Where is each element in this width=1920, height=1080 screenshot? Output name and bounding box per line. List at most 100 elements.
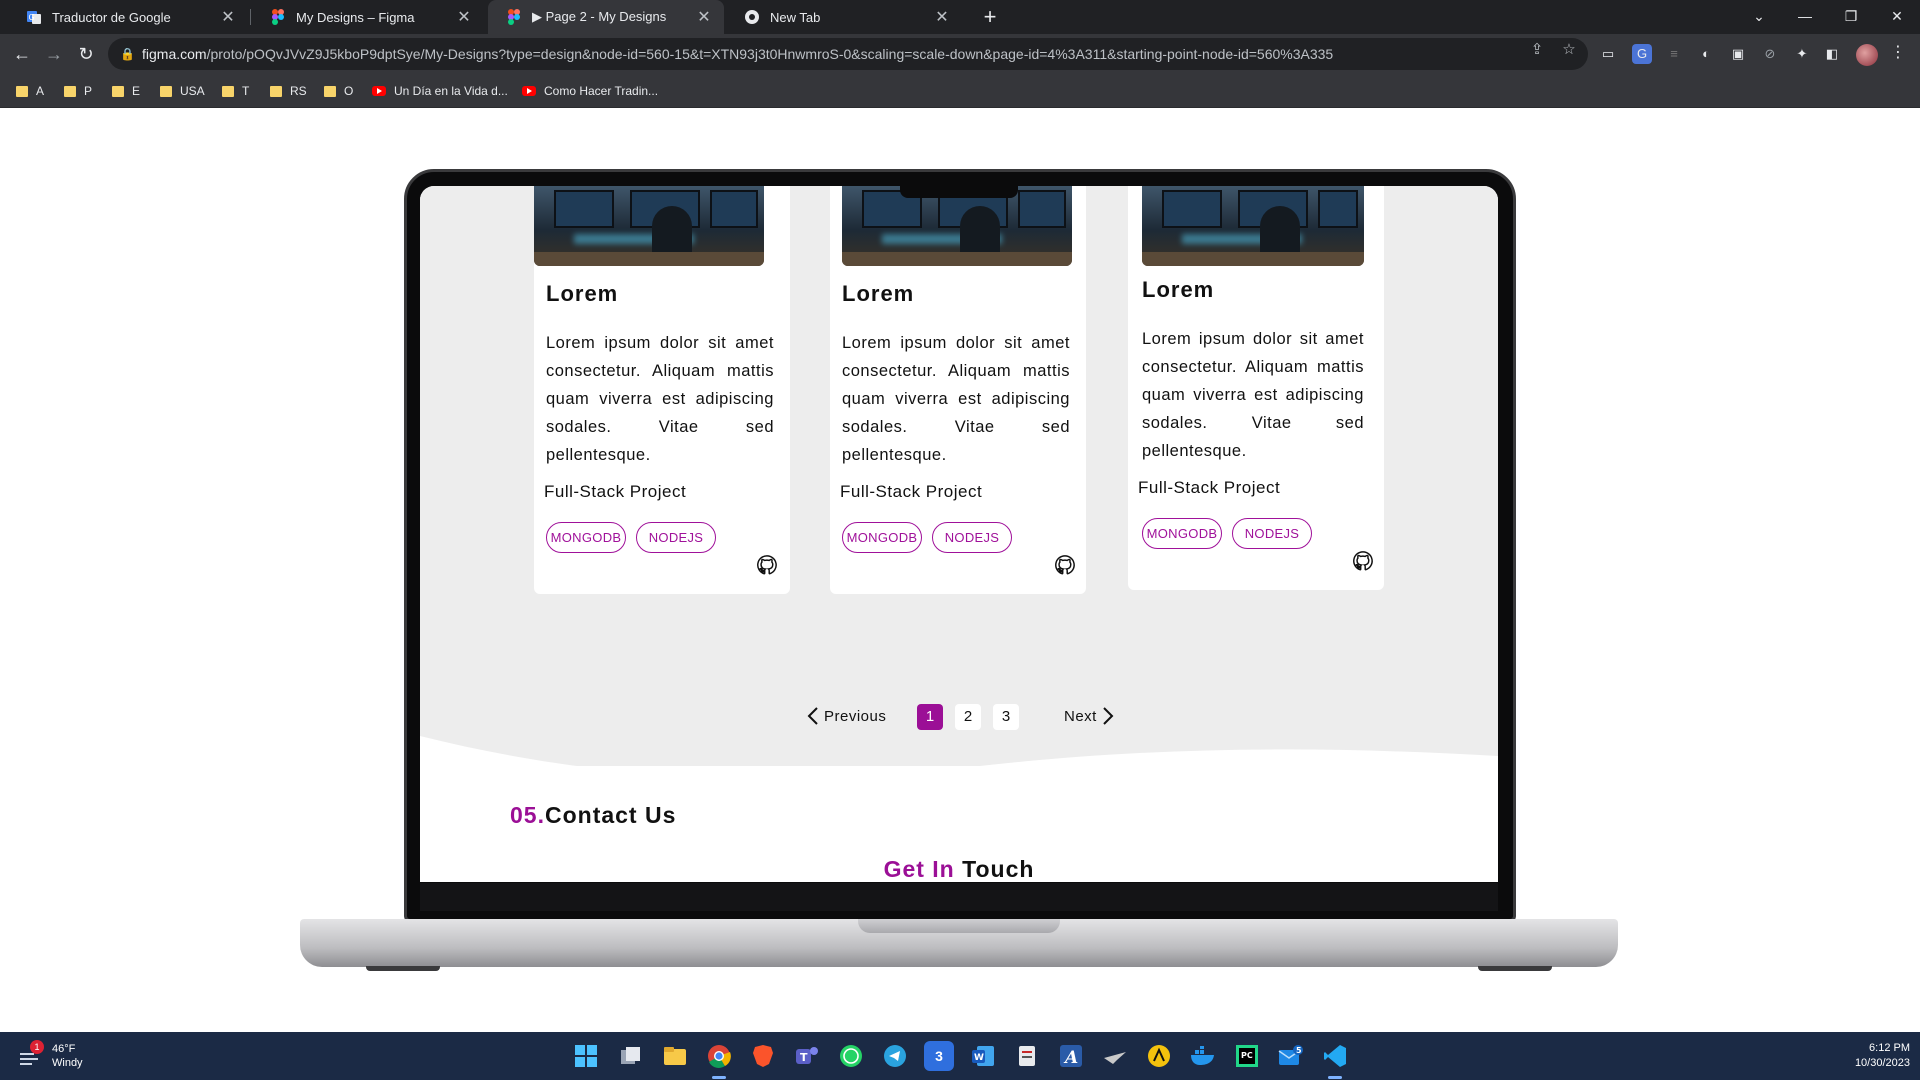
back-arrow-icon[interactable]: ←: [8, 40, 36, 68]
tag-nodejs[interactable]: NODEJS: [1232, 518, 1312, 549]
profile-avatar[interactable]: [1856, 44, 1878, 66]
system-clock[interactable]: 6:12 PM 10/30/2023: [1820, 1041, 1910, 1071]
vscode-icon[interactable]: [1320, 1041, 1350, 1071]
tab-search-chevron-icon[interactable]: ⌄: [1736, 0, 1782, 34]
tab-google-translate[interactable]: G Traductor de Google ✕: [8, 0, 248, 34]
project-card[interactable]: Lorem Lorem ipsum dolor sit amet consect…: [1128, 186, 1384, 590]
brave-icon[interactable]: [748, 1041, 778, 1071]
bookmark-label: A: [36, 84, 45, 98]
laptop-foot: [366, 966, 440, 971]
project-card[interactable]: Lorem Lorem ipsum dolor sit amet consect…: [534, 186, 790, 594]
project-title: Lorem: [546, 281, 619, 306]
pagination-previous-button[interactable]: Previous: [806, 702, 886, 730]
cast-icon[interactable]: ▭: [1598, 44, 1618, 64]
project-type: Full-Stack Project: [1138, 478, 1281, 497]
bookmark-star-icon[interactable]: ☆: [1558, 40, 1580, 58]
bookmark-youtube-2[interactable]: Como Hacer Tradin...: [522, 82, 658, 100]
tag-mongodb[interactable]: MONGODB: [546, 522, 626, 553]
tab-title: ▶ Page 2 - My Designs: [532, 9, 667, 24]
pagination-page-1[interactable]: 1: [917, 704, 943, 730]
pagination-page-3[interactable]: 3: [993, 704, 1019, 730]
word-icon[interactable]: W: [968, 1041, 998, 1071]
close-tab-icon[interactable]: ✕: [696, 7, 712, 27]
project-description: Lorem ipsum dolor sit amet consectetur. …: [1142, 330, 1364, 460]
docker-icon[interactable]: [1188, 1041, 1218, 1071]
bookmark-label: T: [242, 84, 250, 98]
pagination-page-2[interactable]: 2: [955, 704, 981, 730]
extension-compass-icon[interactable]: ⊘: [1760, 44, 1780, 64]
section-title-text: Contact Us: [544, 802, 677, 828]
bookmark-folder-p[interactable]: P: [64, 82, 92, 100]
tab-title: Traductor de Google: [52, 9, 171, 25]
bookmark-folder-e[interactable]: E: [112, 82, 140, 100]
font-app-icon[interactable]: A: [1056, 1041, 1086, 1071]
extension-window-icon[interactable]: ▣: [1728, 44, 1748, 64]
extension-circle-icon[interactable]: ◐: [1696, 44, 1716, 64]
project-description: Lorem ipsum dolor sit amet consectetur. …: [546, 334, 774, 464]
more-menu-icon[interactable]: ⋮: [1890, 42, 1906, 62]
side-panel-icon[interactable]: ◧: [1822, 44, 1842, 64]
restore-button[interactable]: ❐: [1828, 0, 1874, 34]
bookmark-folder-t[interactable]: T: [222, 82, 249, 100]
subtitle-highlight: Get In: [883, 856, 955, 882]
tab-new-tab[interactable]: New Tab ✕: [726, 0, 962, 34]
address-bar[interactable]: 🔒 figma.com/proto/pOQvJVvZ9J5kboP9dptSye…: [108, 38, 1588, 70]
translate-extension-icon[interactable]: G: [1632, 44, 1652, 64]
weather-widget[interactable]: 1 46°F Windy: [18, 1040, 83, 1072]
start-icon[interactable]: [571, 1041, 601, 1071]
bookmark-label: Como Hacer Tradin...: [544, 84, 659, 98]
telegram-icon[interactable]: [880, 1041, 910, 1071]
project-image: [1142, 186, 1364, 266]
github-icon[interactable]: [1054, 554, 1076, 576]
reload-icon[interactable]: ↻: [72, 40, 100, 68]
bookmark-youtube-1[interactable]: Un Día en la Vida d...: [372, 82, 508, 100]
mail-icon[interactable]: 5: [1276, 1041, 1306, 1071]
share-icon[interactable]: ⇪: [1526, 40, 1548, 58]
close-tab-icon[interactable]: ✕: [934, 7, 950, 27]
mail-badge-count: 5: [1296, 1046, 1302, 1055]
tab-page-2-my-designs[interactable]: ▶ Page 2 - My Designs ✕: [488, 0, 724, 34]
tag-nodejs[interactable]: NODEJS: [636, 522, 716, 553]
browser-toolbar: ← → ↻ 🔒 figma.com/proto/pOQvJVvZ9J5kboP9…: [0, 34, 1920, 74]
app-3-icon[interactable]: 3: [924, 1041, 954, 1071]
monitor-shape: [1018, 190, 1066, 228]
laptop-bezel-bottom: [420, 883, 1498, 911]
forward-arrow-icon[interactable]: →: [40, 40, 68, 68]
lock-icon: 🔒: [120, 47, 135, 61]
task-view-icon[interactable]: [616, 1041, 646, 1071]
tag-mongodb[interactable]: MONGODB: [842, 522, 922, 553]
close-tab-icon[interactable]: ✕: [220, 7, 236, 27]
notepad-icon[interactable]: [1012, 1041, 1042, 1071]
bookmark-folder-a[interactable]: A: [16, 82, 44, 100]
close-tab-icon[interactable]: ✕: [456, 7, 472, 27]
bookmark-folder-usa[interactable]: USA: [160, 82, 205, 100]
desk-shape: [842, 252, 1072, 266]
bookmark-folder-rs[interactable]: RS: [270, 82, 307, 100]
project-card[interactable]: Lorem Lorem ipsum dolor sit amet consect…: [830, 186, 1086, 594]
monitor-shape: [1162, 190, 1222, 228]
extensions-puzzle-icon[interactable]: ✦: [1792, 44, 1812, 64]
github-icon[interactable]: [756, 554, 778, 576]
github-icon[interactable]: [1352, 550, 1374, 572]
camera-notch: [900, 186, 1018, 198]
close-window-button[interactable]: ✕: [1874, 0, 1920, 34]
weather-temperature: 46°F: [52, 1043, 76, 1055]
app-plane-icon[interactable]: [1100, 1041, 1130, 1071]
tag-nodejs[interactable]: NODEJS: [932, 522, 1012, 553]
teams-icon[interactable]: T: [792, 1041, 822, 1071]
tab-my-designs-figma[interactable]: My Designs – Figma ✕: [252, 0, 484, 34]
bookmark-folder-o[interactable]: O: [324, 82, 353, 100]
pagination-next-button[interactable]: Next: [1064, 702, 1115, 730]
minimize-button[interactable]: —: [1782, 0, 1828, 34]
chrome-icon[interactable]: [704, 1041, 734, 1071]
autocad-icon[interactable]: [1144, 1041, 1174, 1071]
section-number: 05.: [510, 802, 545, 828]
tag-mongodb[interactable]: MONGODB: [1142, 518, 1222, 549]
extension-disabled-icon[interactable]: ≡: [1664, 44, 1684, 64]
laptop-foot: [1478, 966, 1552, 971]
new-tab-button[interactable]: +: [976, 3, 1004, 31]
whatsapp-icon[interactable]: [836, 1041, 866, 1071]
pycharm-icon[interactable]: PC: [1232, 1041, 1262, 1071]
file-explorer-icon[interactable]: [660, 1041, 690, 1071]
figma-icon: [270, 9, 286, 25]
